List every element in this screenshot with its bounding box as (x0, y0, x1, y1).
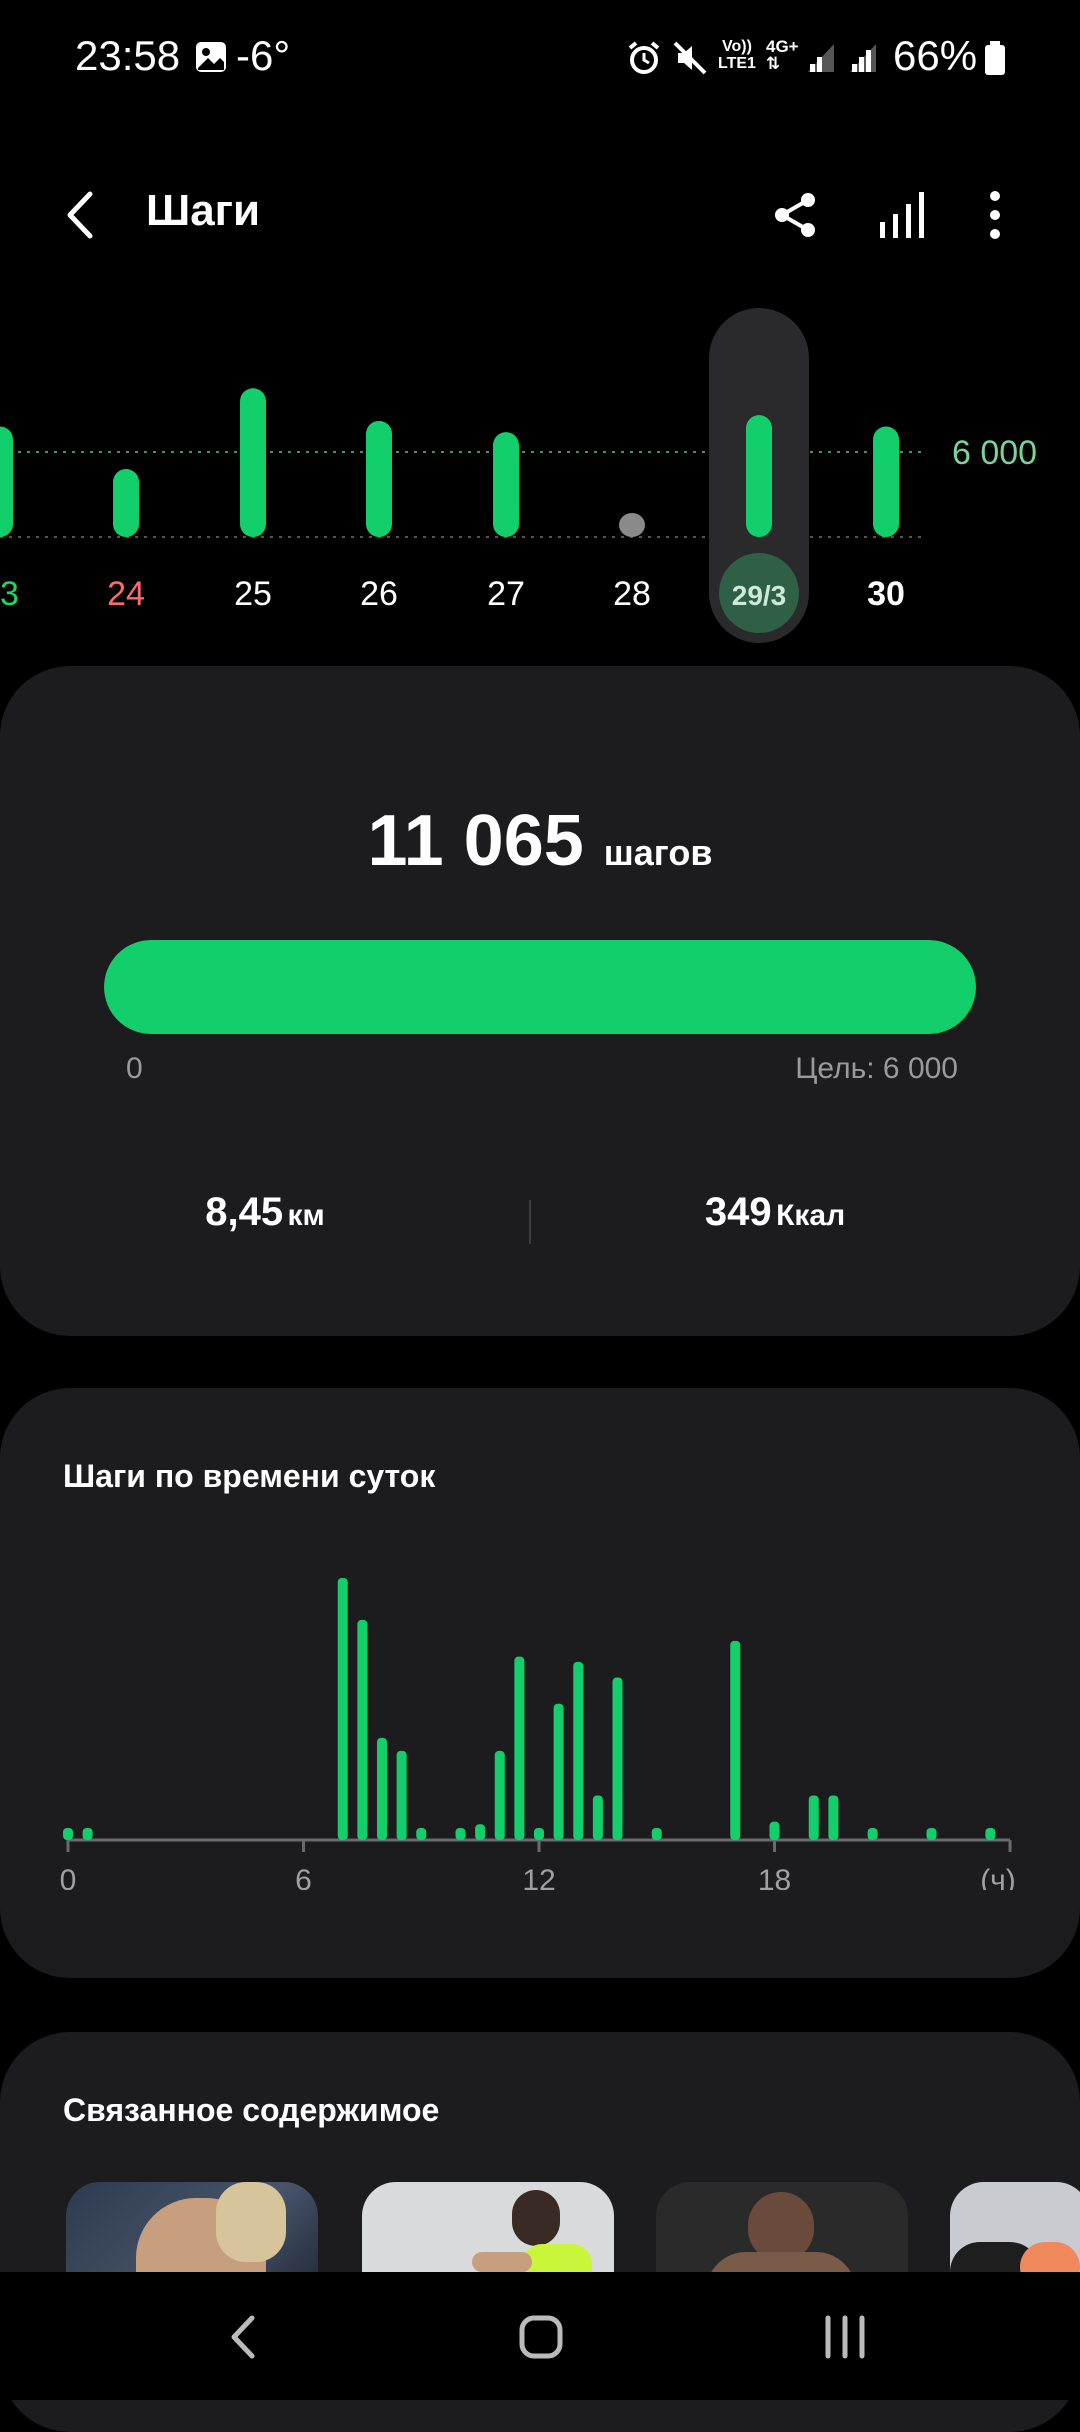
volte-text: Vo)) (722, 38, 752, 55)
day-bar-30[interactable] (873, 426, 899, 538)
x-label-2: 12 (522, 1864, 555, 1890)
goal-text: Цель: 6 000 (795, 1052, 958, 1085)
day-bar-24[interactable] (113, 469, 139, 537)
mute-icon (672, 40, 708, 81)
distance-unit: км (287, 1199, 325, 1232)
hour-bar-23.5 (985, 1828, 996, 1840)
day-bar-27[interactable] (493, 432, 519, 537)
thumbnail-figure-arm (472, 2252, 532, 2272)
hour-bar-20.5 (867, 1828, 878, 1840)
day-label-24[interactable]: 24 (107, 575, 145, 613)
week-strip[interactable]: 23 24 25 26 27 28 29/3 30 6 000 (0, 300, 1080, 650)
page-title: Шаги (146, 186, 261, 235)
hour-bar-7.5 (357, 1619, 368, 1840)
day-bar-23[interactable] (0, 426, 13, 538)
calories-unit: Ккал (776, 1199, 846, 1232)
x-label-0: 0 (60, 1864, 77, 1890)
x-label-1: 6 (295, 1864, 312, 1890)
day-label-27[interactable]: 27 (487, 575, 525, 613)
status-temperature: -6° (236, 32, 291, 79)
hour-bar-19.5 (828, 1795, 839, 1840)
system-nav-bar (0, 2272, 1080, 2400)
steps-count: 11 065 (367, 801, 584, 881)
nav-back-icon (231, 2315, 255, 2359)
nav-home-button[interactable] (506, 2302, 576, 2372)
battery-icon (984, 40, 1006, 81)
day-bar-26[interactable] (366, 420, 392, 537)
battery-percent: 66% (893, 32, 978, 79)
hour-bar-12 (534, 1828, 544, 1840)
hour-bar-13.5 (592, 1795, 603, 1840)
calories-stat: 349 Ккал (530, 1190, 1020, 1235)
time-of-day-title: Шаги по времени суток (63, 1458, 436, 1494)
hour-bar-19 (808, 1795, 819, 1840)
hourly-steps-chart: 0 6 12 18 (ч) (60, 1578, 1016, 1890)
distance-stat: 8,45 км (0, 1190, 530, 1235)
hour-bar-0.5 (82, 1828, 93, 1840)
week-chart[interactable]: 23 24 25 26 27 28 29/3 30 (0, 300, 1080, 650)
share-button[interactable] (760, 180, 830, 250)
signal-icon-2 (848, 42, 878, 79)
day-bar-28[interactable] (619, 513, 645, 537)
nav-back-button[interactable] (210, 2302, 280, 2372)
day-label-26[interactable]: 26 (360, 575, 398, 613)
hour-bar-14 (612, 1677, 623, 1840)
hour-bar-0 (63, 1828, 73, 1840)
nav-recents-icon (825, 2315, 865, 2359)
thumbnail-figure-hair (216, 2182, 286, 2262)
day-bar-25[interactable] (240, 388, 266, 537)
trends-button[interactable] (866, 180, 936, 250)
progress-scale-start: 0 (126, 1052, 143, 1085)
goal-progress-bar (104, 940, 976, 1034)
day-label-28[interactable]: 28 (613, 575, 651, 613)
goal-line-label: 6 000 (952, 434, 1038, 472)
hour-bar-12.5 (553, 1703, 564, 1840)
signal-icon-1 (806, 42, 836, 79)
alarm-icon (626, 40, 662, 81)
lte-text: LTE1 (718, 55, 756, 72)
x-label-4: (ч) (980, 1864, 1016, 1890)
status-bar: 23:58 -6° Vo)) LTE1 4G+ ⇅ 66% (0, 0, 1080, 120)
hour-bar-18 (769, 1821, 780, 1840)
thumbnail-figure (512, 2190, 560, 2246)
day-label-23[interactable]: 23 (0, 575, 19, 613)
day-label-29/3[interactable]: 29/3 (732, 580, 787, 611)
hour-bar-9 (416, 1828, 427, 1840)
volte-label: Vo)) LTE1 (718, 38, 756, 72)
hour-bar-11 (494, 1750, 505, 1840)
hour-bar-13 (573, 1661, 584, 1840)
hour-bar-22 (926, 1828, 937, 1840)
hour-bar-8 (377, 1737, 387, 1840)
steps-unit: шагов (603, 832, 713, 873)
hour-bar-10 (455, 1828, 466, 1840)
hour-bar-10.5 (475, 1824, 486, 1840)
trend-chart-icon (880, 192, 924, 238)
hour-bar-8.5 (396, 1750, 407, 1840)
nav-home-icon (519, 2315, 563, 2359)
back-icon (67, 191, 93, 239)
network-type: 4G+ ⇅ (766, 38, 799, 72)
day-label-25[interactable]: 25 (234, 575, 272, 613)
related-title: Связанное содержимое (63, 2092, 440, 2128)
goal-progress-fill (104, 940, 976, 1034)
nav-recents-button[interactable] (810, 2302, 880, 2372)
x-label-3: 18 (758, 1864, 791, 1890)
calories-value: 349 (704, 1190, 772, 1234)
gallery-notification-icon (194, 40, 228, 79)
back-button[interactable] (46, 180, 116, 250)
day-bar-29/3[interactable] (746, 415, 772, 537)
day-label-30[interactable]: 30 (867, 575, 905, 613)
data-arrows-icon: ⇅ (766, 54, 781, 73)
more-icon (990, 191, 1000, 239)
hour-bar-7 (337, 1578, 348, 1840)
status-time: 23:58 (75, 32, 181, 79)
share-icon (775, 193, 815, 237)
hour-bar-17 (730, 1640, 741, 1840)
hour-bar-15 (651, 1828, 662, 1840)
steps-total: 11 065 шагов (0, 800, 1080, 882)
distance-value: 8,45 (205, 1190, 284, 1234)
hour-bar-11.5 (514, 1656, 525, 1840)
more-options-button[interactable] (960, 180, 1030, 250)
